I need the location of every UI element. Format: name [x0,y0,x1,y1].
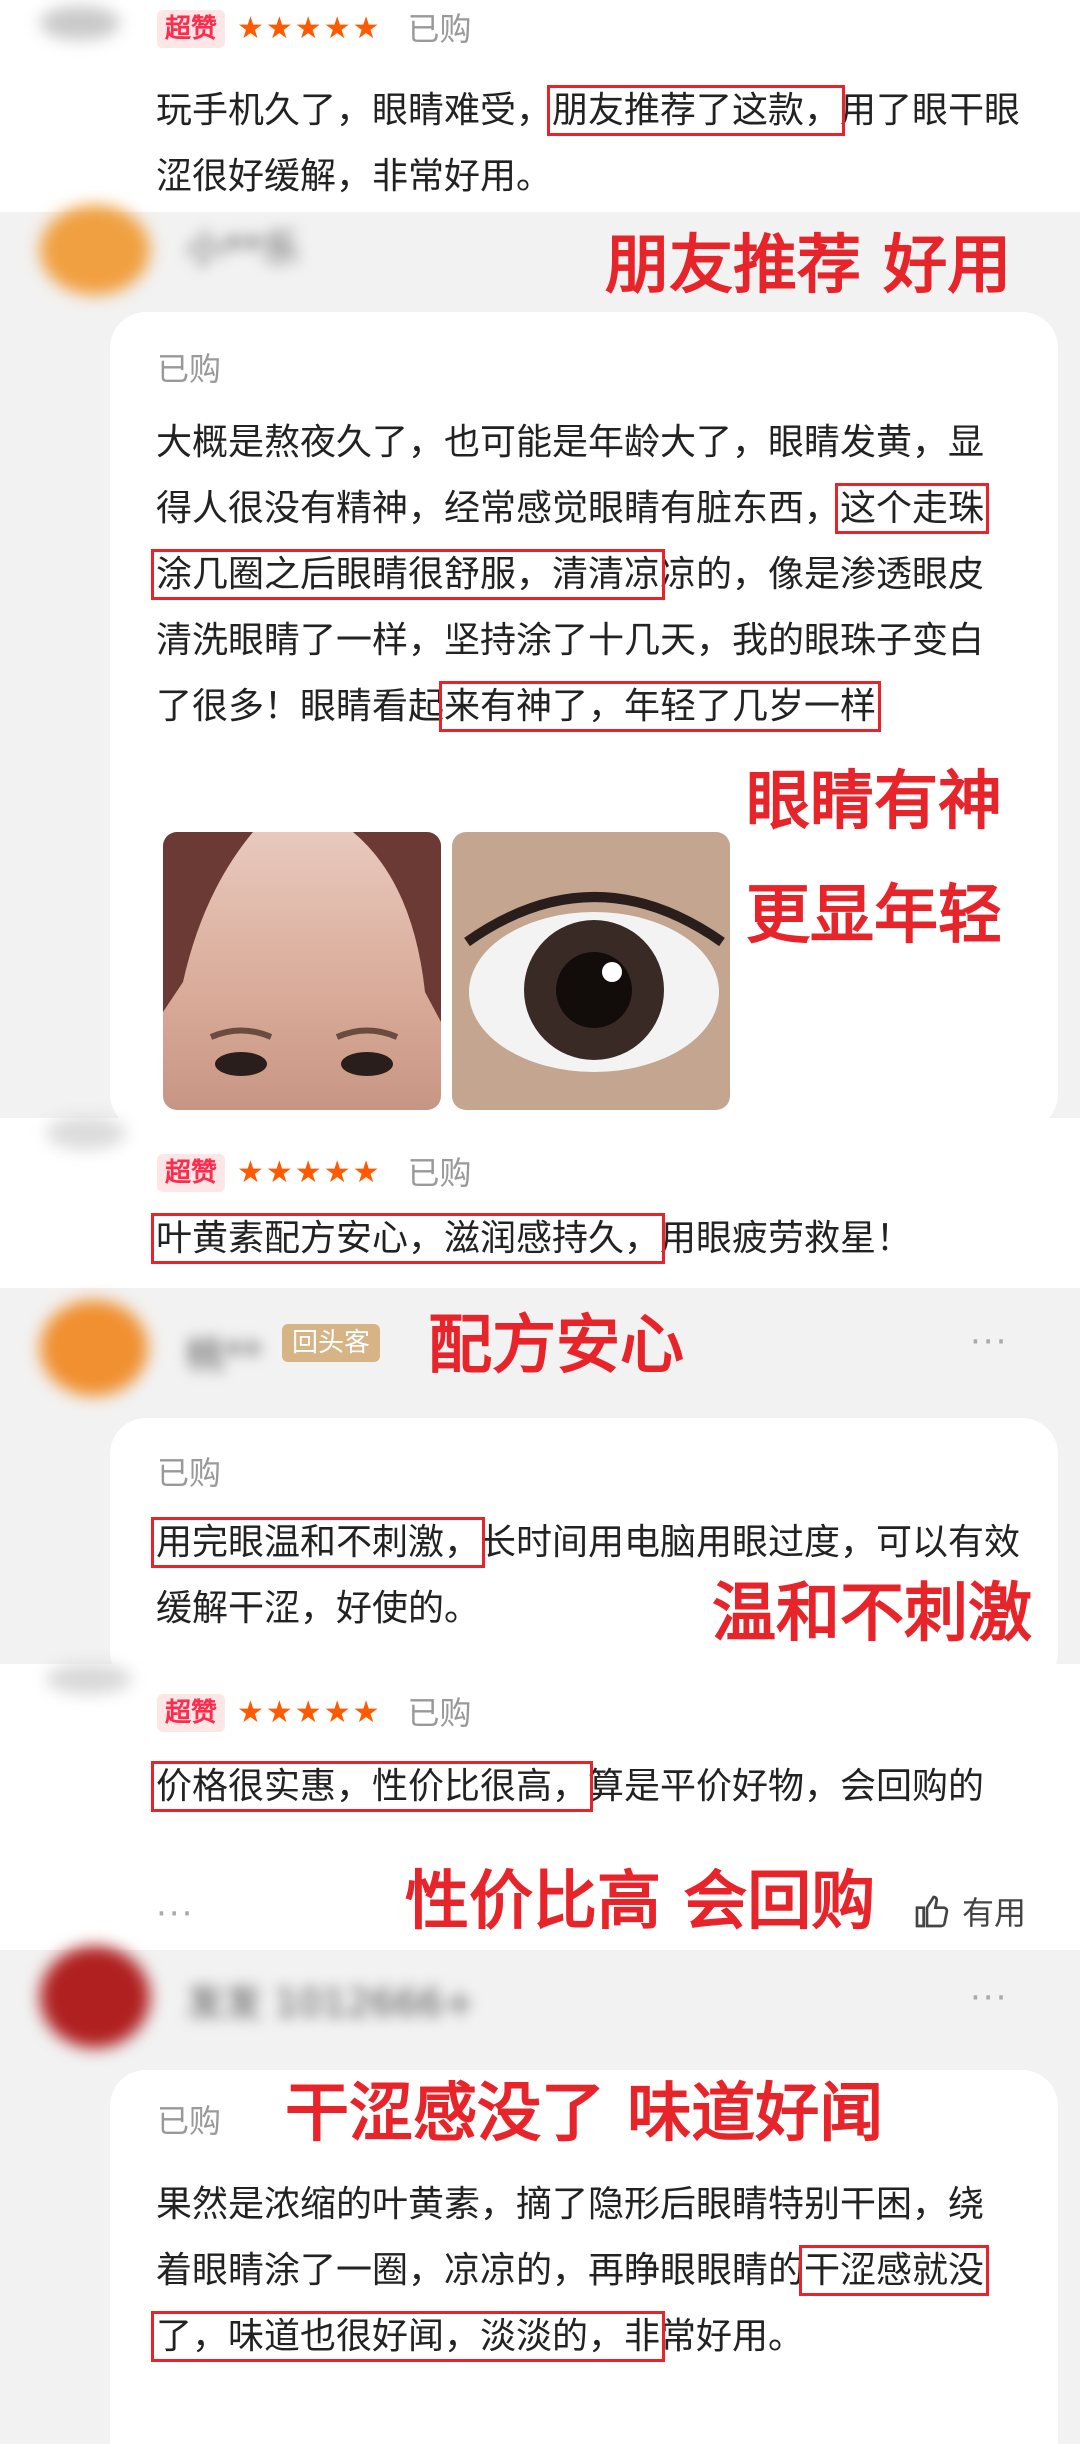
review-text: 玩手机久了，眼睛难受，朋友推荐了这款，用了眼干眼涩很好缓解，非常好用。 [156,85,1021,197]
avatar[interactable] [40,1946,150,2048]
annotation-gentle: 温和不刺激 [712,1577,1032,1651]
review-photo-face[interactable] [163,832,441,1110]
avatar[interactable] [40,205,150,295]
annotation-no-dryness: 干涩感没了 味道好闻 [285,2077,884,2151]
more-options-icon[interactable]: ··· [970,1978,1008,2018]
review-text: 大概是熬夜久了，也可能是年龄大了，眼睛发黄，显得人很没有精神，经常感觉眼睛有脏东… [150,422,990,732]
review-text: 果然是浓缩的叶黄素，摘了隐形后眼睛特别干困，绕着眼睛涂了一圈，凉凉的，再睁眼眼睛… [150,2184,990,2362]
rating-stars: ★★★★★ [237,1695,382,1730]
super-like-badge: 超赞 [157,1694,226,1732]
useful-button[interactable]: 有用 [912,1888,1026,1934]
highlight-box: 朋友推荐了这款， [547,85,846,136]
annotation-friend-recommend: 朋友推荐 好用 [605,229,1012,303]
annotation-value-repurchase: 性价比高 会回购 [405,1865,876,1939]
more-options-icon[interactable]: ··· [156,1894,194,1934]
review-5: 超赞 ★★★★★ 已购 价格很实惠，性价比很高，算是平价好物，会回购的 ··· … [0,1664,1080,1950]
purchased-status: 已购 [407,10,472,48]
review-text: 叶黄素配方安心，滋润感持久，用眼疲劳救星！ [150,1213,913,1264]
review-text: 价格很实惠，性价比很高，算是平价好物，会回购的 [150,1761,985,1812]
purchased-status: 已购 [407,1694,472,1732]
username: 发发 1012666+ [186,1981,476,2025]
more-options-icon[interactable]: ··· [970,1322,1008,1362]
avatar[interactable] [46,1116,126,1150]
face-photo-icon [163,832,441,1076]
username: 桃** [186,1333,263,1377]
annotation-bright-eyes: 眼睛有神 [746,765,1002,839]
super-like-badge: 超赞 [157,10,226,48]
avatar[interactable] [40,6,120,40]
useful-label: 有用 [962,1894,1027,1932]
repeat-customer-badge: 回头客 [282,1324,381,1362]
review-6-card: 已购 干涩感没了 味道好闻 果然是浓缩的叶黄素，摘了隐形后眼睛特别干困，绕着眼睛… [110,2070,1058,2444]
super-like-badge: 超赞 [157,1154,226,1192]
purchased-status: 已购 [157,1454,222,1492]
eye-photo-icon [464,892,725,1072]
purchased-status: 已购 [157,2102,222,2140]
annotation-look-younger: 更显年轻 [746,879,1002,953]
rating-stars: ★★★★★ [237,1155,382,1190]
review-1: 超赞 ★★★★★ 已购 玩手机久了，眼睛难受，朋友推荐了这款，用了眼干眼涩很好缓… [0,0,1080,212]
annotation-safe-formula: 配方安心 [428,1309,684,1383]
purchased-status: 已购 [407,1154,472,1192]
avatar[interactable] [40,1300,148,1396]
rating-stars: ★★★★★ [237,11,382,46]
highlight-box: 用完眼温和不刺激， [150,1517,486,1568]
thumbs-up-icon [915,1895,949,1928]
username: 小**乐 [186,227,301,271]
review-3: 超赞 ★★★★★ 已购 叶黄素配方安心，滋润感持久，用眼疲劳救星！ [0,1116,1080,1288]
review-photo-eye[interactable] [452,832,730,1110]
review-2-card: 已购 大概是熬夜久了，也可能是年龄大了，眼睛发黄，显得人很没有精神，经常感觉眼睛… [110,312,1058,1130]
highlight-box: 来有神了，年轻了几岁一样 [439,681,882,732]
highlight-box: 叶黄素配方安心，滋润感持久， [150,1213,666,1264]
highlight-box: 价格很实惠，性价比很高， [150,1761,594,1812]
avatar[interactable] [46,1664,132,1694]
purchased-status: 已购 [157,350,222,388]
